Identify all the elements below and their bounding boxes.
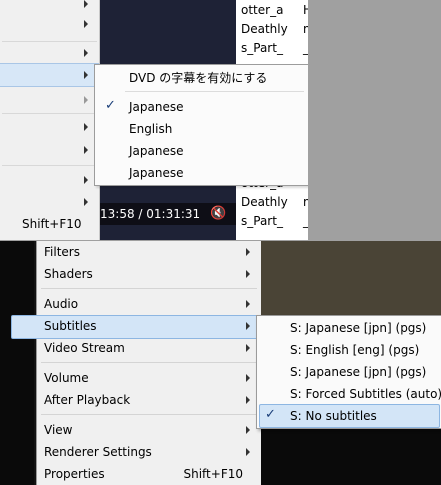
dvd-subtitle-item[interactable]: English: [129, 122, 172, 136]
file-list-item[interactable]: s_Part_: [241, 214, 283, 228]
submenu-arrow-icon: [84, 71, 88, 79]
menu-separator: [125, 91, 304, 92]
submenu-arrow-icon: [84, 146, 88, 154]
submenu-arrow-icon: [246, 300, 250, 308]
file-list-item-col2: _: [303, 214, 308, 228]
menu-separator: [41, 362, 257, 363]
menu-separator: [2, 41, 97, 42]
subtitle-track-item-selected[interactable]: S: No subtitles: [290, 409, 377, 423]
time-display: 13:58 / 01:31:31: [100, 207, 201, 221]
subtitles-submenu: S: Japanese [jpn] (pgs) S: English [eng]…: [256, 315, 441, 429]
submenu-arrow-icon: [84, 20, 88, 28]
menu-separator: [2, 113, 97, 114]
top-screenshot: otter_a H Deathly m s_Part_ _ otter_a De…: [0, 0, 308, 240]
subtitle-track-item[interactable]: S: English [eng] (pgs): [290, 343, 419, 357]
bottom-screenshot: Filters Shaders Audio Subtitles Video St…: [0, 241, 441, 485]
menu-item-renderer-settings[interactable]: Renderer Settings: [44, 445, 152, 459]
file-list-item[interactable]: Deathly: [241, 195, 288, 209]
file-list-item[interactable]: otter_a: [241, 3, 283, 17]
submenu-arrow-icon: [84, 49, 88, 57]
submenu-arrow-icon: [246, 248, 250, 256]
checkmark-icon: ✓: [265, 407, 276, 422]
player-status-bar: 13:58 / 01:31:31 🔇: [100, 203, 236, 225]
file-list-item-col2: H: [303, 3, 308, 17]
checkmark-icon: ✓: [105, 98, 116, 113]
file-list-item-col2: _: [303, 41, 308, 55]
submenu-arrow-icon: [84, 0, 88, 8]
submenu-arrow-icon: [84, 123, 88, 131]
menu-shortcut-label: Shift+F10: [22, 217, 82, 231]
menu-item-view[interactable]: View: [44, 423, 72, 437]
submenu-arrow-icon: [84, 176, 88, 184]
submenu-arrow-icon: [246, 322, 250, 330]
file-list-item[interactable]: s_Part_: [241, 41, 283, 55]
submenu-arrow-icon: [246, 426, 250, 434]
video-background: [0, 241, 34, 485]
menu-item-after-playback[interactable]: After Playback: [44, 393, 130, 407]
subtitle-track-item[interactable]: S: Forced Subtitles (auto): [290, 387, 441, 401]
submenu-arrow-icon: [246, 270, 250, 278]
dvd-subtitle-item[interactable]: Japanese: [129, 166, 184, 180]
menu-separator: [2, 165, 97, 166]
file-list-item-col2: m: [303, 195, 308, 209]
file-list-item-col2: m: [303, 22, 308, 36]
subtitle-track-item[interactable]: S: Japanese [jpn] (pgs): [290, 321, 426, 335]
menu-item-properties[interactable]: Properties: [44, 467, 105, 481]
dvd-subtitle-item[interactable]: Japanese: [129, 100, 184, 114]
file-list-item[interactable]: Deathly: [241, 22, 288, 36]
menu-item-volume[interactable]: Volume: [44, 371, 89, 385]
menu-item-audio[interactable]: Audio: [44, 297, 78, 311]
submenu-arrow-icon: [246, 448, 250, 456]
speaker-mute-icon[interactable]: 🔇: [210, 206, 226, 221]
menu-item-subtitles[interactable]: Subtitles: [44, 319, 97, 333]
enable-dvd-subtitles-item[interactable]: DVD の字幕を有効にする: [129, 69, 267, 86]
menu-item-video-stream[interactable]: Video Stream: [44, 341, 125, 355]
submenu-arrow-icon: [246, 344, 250, 352]
subtitle-track-item[interactable]: S: Japanese [jpn] (pgs): [290, 365, 426, 379]
menu-separator: [41, 414, 257, 415]
submenu-arrow-icon: [84, 198, 88, 206]
menu-item-shaders[interactable]: Shaders: [44, 267, 93, 281]
dvd-subtitle-submenu: DVD の字幕を有効にする ✓ Japanese English Japanes…: [94, 64, 308, 186]
submenu-arrow-icon: [246, 374, 250, 382]
main-context-menu: Filters Shaders Audio Subtitles Video St…: [11, 241, 261, 485]
submenu-arrow-icon: [246, 396, 250, 404]
video-frame: [260, 241, 441, 316]
menu-item-filters[interactable]: Filters: [44, 245, 80, 259]
properties-shortcut: Shift+F10: [183, 467, 243, 481]
dvd-subtitle-item[interactable]: Japanese: [129, 144, 184, 158]
menu-item-highlighted[interactable]: [0, 63, 99, 87]
submenu-arrow-icon: [84, 96, 88, 104]
context-menu-top: Shift+F10: [0, 0, 100, 240]
menu-separator: [41, 288, 257, 289]
